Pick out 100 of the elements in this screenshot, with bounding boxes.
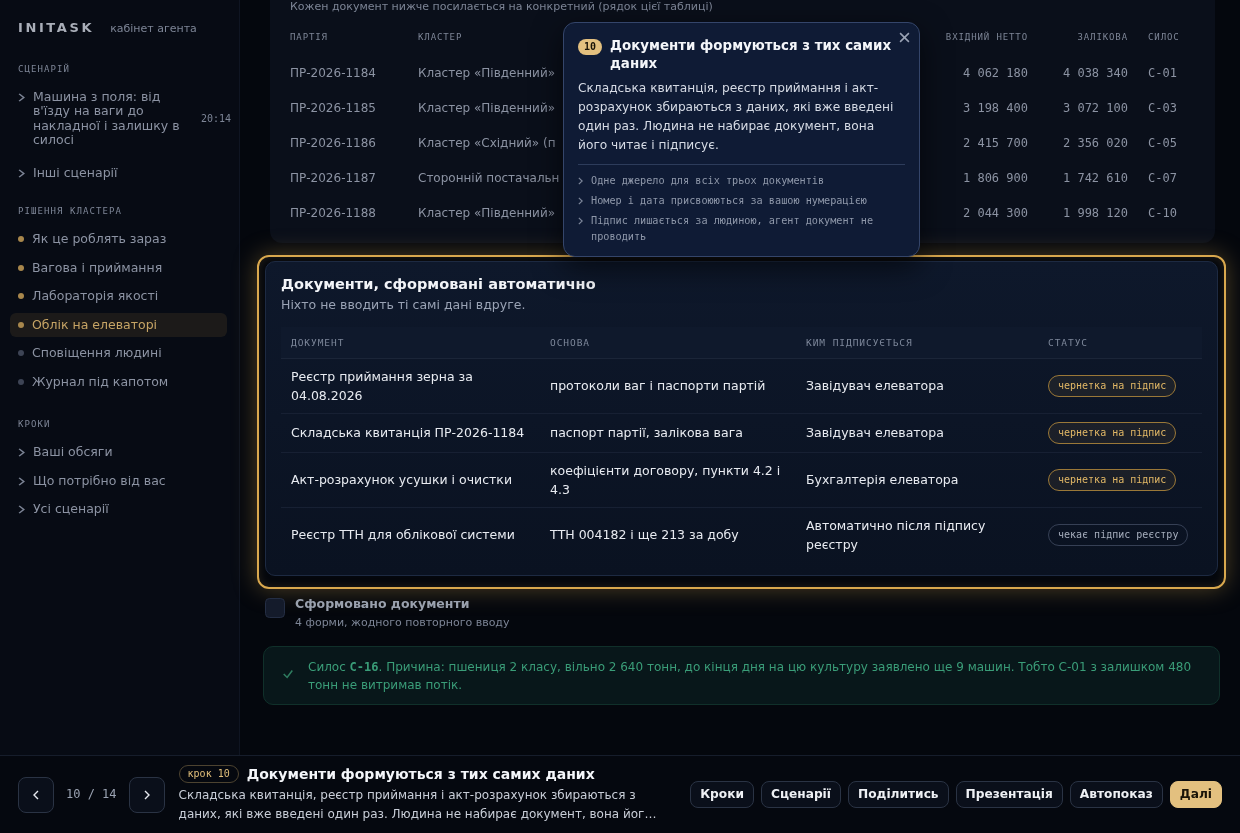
chevron-right-icon (18, 92, 25, 102)
table-cell: коефіцієнти договору, пункти 4.2 і 4.3 (540, 452, 796, 508)
table-cell: Складська квитанція ПР-2026-1184 (281, 413, 540, 453)
chevron-right-icon (18, 168, 25, 178)
footer-button[interactable]: Автопоказ (1069, 781, 1163, 808)
column-header: ОСНОВА (540, 327, 796, 359)
footer-button[interactable]: Поділитись (847, 781, 949, 808)
chevron-right-icon (578, 217, 583, 225)
table-cell: Завідувач елеватора (796, 413, 1038, 453)
sidebar-link[interactable]: Інші сценарії (10, 160, 227, 186)
section-heading: КРОКИ (17, 418, 52, 432)
table-cell: Акт-розрахунок усушки і очистки (281, 452, 540, 508)
table-cell: Реєстр ТТН для облікової системи (281, 507, 540, 562)
table-cell-text: 3 198 400 (961, 99, 1029, 117)
check-icon (282, 667, 294, 680)
status-badge: чернетка на підпис (1048, 468, 1177, 491)
column-header: СТАТУС (1038, 327, 1202, 359)
close-icon (899, 32, 910, 43)
sidebar-link[interactable]: Ваші обсяги (10, 440, 227, 465)
section-heading: СЦЕНАРІЙ (17, 62, 71, 76)
chevron-right-icon (18, 448, 25, 458)
table-cell-text: 4 038 340 (1061, 64, 1129, 82)
brand-logo: INITASK (17, 19, 95, 37)
column-header: ЗАЛІКОВА (1076, 31, 1129, 44)
table-cell-text: С-01 (1147, 64, 1178, 82)
table-cell: паспорт партії, залікова вага (540, 413, 796, 453)
table-cell: ТТН 004182 і ще 213 за добу (540, 507, 796, 562)
table-cell-text: ПР-2026-1185 (290, 99, 377, 117)
sidebar-step-item[interactable]: Сповіщення людині (10, 341, 227, 366)
chevron-left-icon (33, 789, 39, 800)
tooltip-point: Одне джерело для всіх трьох документів (591, 174, 825, 188)
table-cell: Автоматично після підпису реєстру (796, 507, 1038, 562)
status-badge: чернетка на підпис (1048, 421, 1177, 444)
sidebar-step-item[interactable]: Лабораторія якості (10, 284, 227, 309)
next-button[interactable] (128, 776, 165, 813)
previous-button[interactable] (18, 776, 54, 813)
tooltip-point: Підпис лишається за людиною, агент документ не проводить (591, 214, 875, 244)
section-title: Сформовано документи (295, 595, 471, 612)
card-title: Документи, сформовані автоматично (281, 275, 597, 294)
section-heading: РІШЕННЯ КЛАСТЕРА (17, 205, 123, 219)
table-cell-text: 4 062 180 (961, 64, 1029, 82)
table-cell-text: 2 415 700 (961, 134, 1029, 152)
status-badge: чернетка на підпис (1048, 374, 1177, 397)
table-cell-text: ПР-2026-1188 (290, 204, 377, 222)
step-badge: 10 (578, 39, 603, 55)
table-cell: ПР-2026-1187 (290, 161, 418, 197)
column-header: СИЛОС (1147, 31, 1181, 44)
duration-label: 20:14 (201, 111, 232, 126)
chevron-right-icon (18, 477, 25, 486)
footer-button[interactable]: Сценарії (761, 781, 841, 808)
sidebar-step-item[interactable]: Вагова і приймання (10, 255, 227, 281)
column-header: КЛАСТЕР (418, 31, 464, 44)
column-header: КИМ ПІДПИСУЄТЬСЯ (796, 327, 1038, 359)
notice-text: Силос С-16. Причина: пшениця 2 класу, вільно 2 640 тонн, до кінця дня на цю культуру заявлено ще 9 машин. Тобто С-01 з залишком 480 тонн не витримав потік. (308, 658, 1193, 694)
footer-button[interactable]: Кроки (690, 781, 754, 808)
table-cell-text: Кластер «Південний» (418, 204, 557, 222)
sidebar-link[interactable]: Машина з поля: від в'їзду на ваги до накладної і залишку в силосі (10, 84, 201, 153)
table-cell: Реєстр приймання зерна за 04.08.2026 (281, 358, 540, 414)
sidebar-link[interactable]: Усі сценарії (10, 497, 227, 522)
table-cell: Бухгалтерія елеватора (796, 452, 1038, 508)
table-caption: Кожен документ нижче посилається на конкретний (рядок цієї таблиці) (290, 0, 714, 13)
card-subtitle: Ніхто не вводить ті самі дані вдруге. (281, 297, 527, 314)
sidebar-step-item[interactable]: Журнал під капотом (10, 369, 227, 395)
table-cell-text: Кластер «Південний» (418, 64, 557, 82)
column-header: ВХІДНИЙ НЕТТО (944, 31, 1029, 44)
table-cell-text: С-07 (1147, 169, 1178, 187)
chevron-right-icon (18, 505, 25, 515)
table-cell-text: С-10 (1147, 204, 1178, 222)
brand-subtitle: кабінет агента (110, 21, 197, 37)
column-header: ДОКУМЕНТ (281, 327, 540, 359)
table-cell-text: С-05 (1147, 134, 1178, 152)
table-cell-text: 1 806 900 (961, 169, 1029, 187)
table-cell-text: Кластер «Південний» (418, 99, 557, 117)
table-cell-text: Сторонній постачальн (418, 169, 558, 187)
sidebar-link[interactable]: Що потрібно від вас (10, 469, 227, 494)
rounded-square-icon (265, 597, 285, 618)
sidebar-step-item[interactable]: Облік на елеваторі (10, 312, 227, 338)
table-cell-text: Кластер «Східний» (п (418, 134, 557, 152)
table-cell: протоколи ваг і паспорти партій (540, 358, 796, 414)
tooltip-text: Складська квитанція, реєстр приймання і акт-розрахунок збираються з даних, які вже введені один раз. Людина не набирає документ, вона його читає і підписує. (578, 80, 895, 154)
tooltip-point: Номер і дата присвоюються за вашою нумерацією (591, 194, 867, 208)
table-cell-text: ПР-2026-1184 (290, 64, 377, 82)
tooltip-title: Документи формуються з тих самих даних (610, 37, 893, 73)
chevron-right-icon (578, 197, 583, 205)
close-button[interactable] (899, 32, 910, 43)
table-cell-text: 1 998 120 (1061, 204, 1129, 222)
table-cell-text: 2 356 020 (1061, 134, 1129, 152)
table-cell: Завідувач елеватора (796, 358, 1038, 414)
sidebar-step-item[interactable]: Як це роблять зараз (10, 227, 227, 252)
table-cell-text: 1 742 610 (1061, 169, 1129, 187)
chevron-right-icon (143, 789, 150, 800)
table-cell-text: 3 072 100 (1061, 99, 1129, 117)
table-cell-text: С-03 (1147, 99, 1178, 117)
step-counter: 10 / 14 (66, 785, 117, 803)
next-step-button[interactable]: Далі (1169, 781, 1222, 808)
table-cell-text: ПР-2026-1186 (290, 134, 377, 152)
step-description: Складська квитанція, реєстр приймання і акт-розрахунок збираються з даних, які вже введені один раз. Людина не набирає документ, вона йог… (178, 787, 658, 823)
section-subtitle: 4 форми, жодного повторного вводу (295, 614, 511, 630)
column-header: ПАРТІЯ (290, 31, 418, 57)
footer-button[interactable]: Презентація (955, 781, 1063, 808)
